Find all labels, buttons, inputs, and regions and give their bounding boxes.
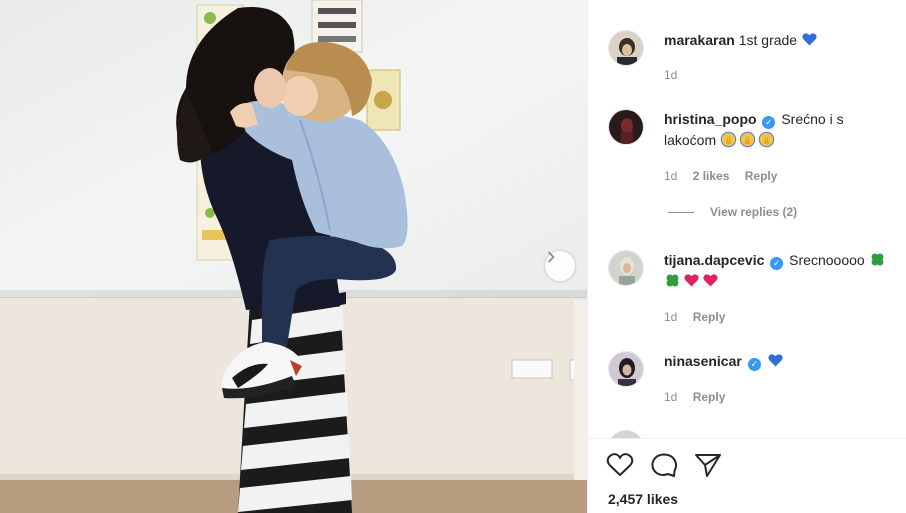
view-replies-button[interactable]: View replies (2) [668,205,797,219]
comment-icon[interactable] [650,452,678,478]
comment-username[interactable]: marakaran [664,32,735,48]
verified-badge-icon: ✓ [770,257,784,270]
verified-badge-icon: ✓ [747,358,761,371]
actions-divider [588,438,906,439]
comment-likes-count[interactable]: 2 likes [693,169,730,183]
comment-timestamp[interactable]: 1d [664,310,677,324]
comment-username[interactable]: hristina_popo [664,111,757,127]
photo-illustration [0,0,587,513]
verified-badge-icon: ✓ [762,116,776,129]
four-leaf-clover-icon [666,274,679,287]
blue-heart-icon [802,33,817,46]
avatar[interactable] [608,250,644,286]
four-leaf-clover-icon [871,253,884,266]
pray-hands-icon [758,131,775,148]
comment-text: Srecnooooo [789,252,865,268]
comment-username[interactable]: tijana.dapcevic [664,252,764,268]
post-photo[interactable] [0,0,587,513]
view-replies-label: View replies (2) [710,205,798,219]
avatar[interactable] [608,109,644,145]
red-heart-icon [703,274,718,287]
reply-button[interactable]: Reply [693,390,726,404]
red-heart-icon [684,274,699,287]
post-likes-count[interactable]: 2,457 likes [608,491,678,507]
avatar[interactable] [608,351,644,387]
heart-icon[interactable] [606,452,634,478]
view-replies-line [668,211,694,213]
reply-button[interactable]: Reply [745,169,778,183]
post-actions [606,452,722,478]
comment-timestamp[interactable]: 1d [664,390,677,404]
blue-heart-icon [767,354,783,367]
comment-text: 1st grade [738,32,798,48]
comments-panel: marakaran 1st grade 1d hristina_popo ✓ S… [587,0,906,513]
next-photo-button[interactable] [545,251,575,281]
avatar[interactable] [608,430,644,438]
pray-hands-icon [739,131,756,148]
comment-username[interactable]: ninasenicar [664,353,742,369]
avatar[interactable] [608,30,644,66]
comment-timestamp[interactable]: 1d [664,169,677,183]
pray-hands-icon [720,131,737,148]
comment-timestamp[interactable]: 1d [664,68,677,82]
reply-button[interactable]: Reply [693,310,726,324]
share-icon[interactable] [694,452,722,478]
chevron-right-icon [548,251,555,263]
comment-list[interactable]: marakaran 1st grade 1d hristina_popo ✓ S… [588,0,906,438]
